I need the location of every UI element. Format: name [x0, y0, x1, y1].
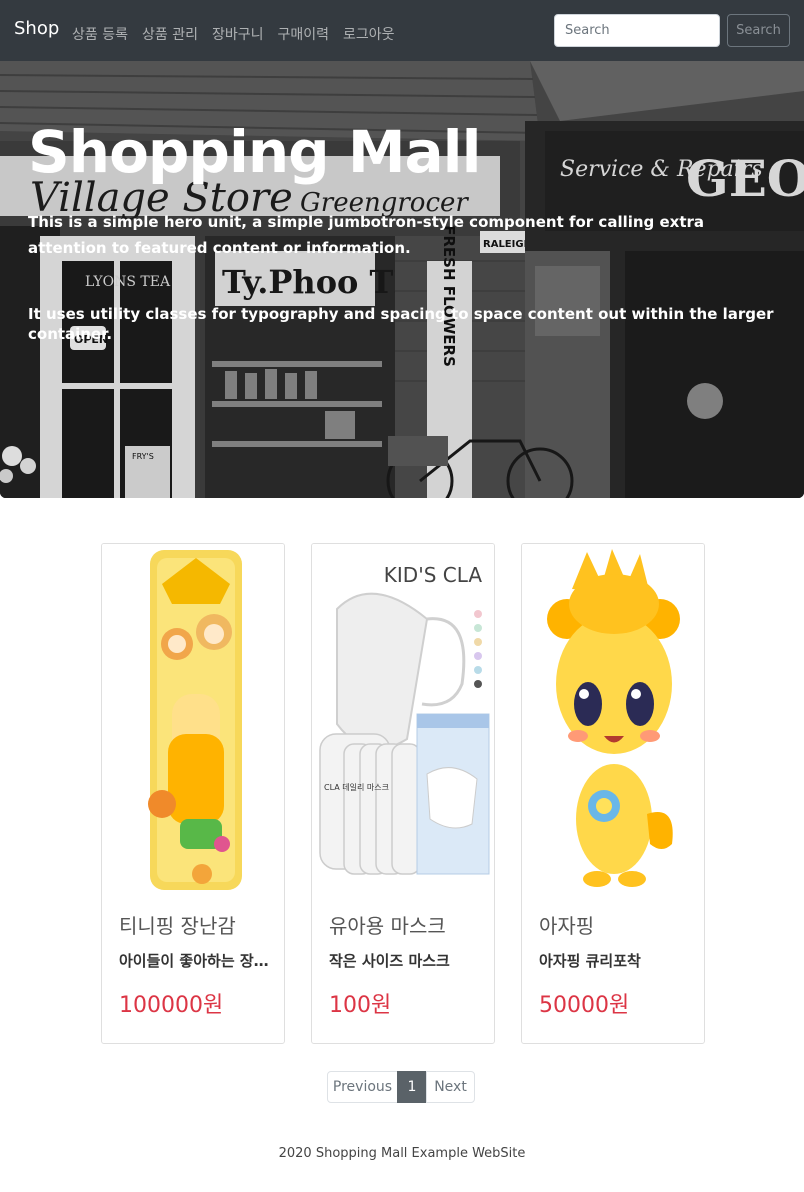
navbar: Shop 상품 등록 상품 관리 장바구니 구매이력 로그아웃 Search [0, 0, 804, 61]
nav-links: 상품 등록 상품 관리 장바구니 구매이력 로그아웃 [72, 24, 395, 44]
nav-link-cart[interactable]: 장바구니 [212, 24, 264, 44]
product-name: 아자핑 [539, 914, 595, 938]
product-card[interactable]: 아자핑 아자핑 큐리포착 50000원 [521, 543, 705, 1044]
hero-lead-text: This is a simple hero unit, a simple jum… [28, 213, 705, 257]
mask-brand-text: KID'S CLA [384, 563, 483, 587]
nav-link-manage[interactable]: 상품 관리 [142, 24, 198, 44]
pagination-page-1[interactable]: 1 [397, 1071, 427, 1103]
brand-link[interactable]: Shop [14, 18, 59, 39]
hero-title: Shopping Mall [28, 118, 481, 186]
hero-sub-text: It uses utility classes for typography a… [28, 305, 774, 343]
pagination-previous[interactable]: Previous [327, 1071, 398, 1103]
hero-jumbotron: Village Store Greengrocer LYONS TEA OPEN… [0, 61, 804, 498]
pagination-next[interactable]: Next [426, 1071, 475, 1103]
product-card[interactable]: 티니핑 장난감 아이들이 좋아하는 장난감 100000원 [101, 543, 285, 1044]
product-price: 100000원 [119, 993, 224, 1018]
product-description: 아이들이 좋아하는 장난감 [119, 952, 269, 970]
product-card[interactable]: KID'S CLA CLA 데일리 마스크 유아용 마스크 작은 사이즈 마스크… [311, 543, 495, 1044]
product-description: 아자핑 큐리포착 [539, 952, 641, 970]
mask-product-text: CLA 데일리 마스크 [324, 783, 389, 792]
product-name: 티니핑 장난감 [119, 914, 236, 938]
product-description: 작은 사이즈 마스크 [329, 952, 450, 970]
search-input[interactable] [554, 14, 720, 47]
product-price: 50000원 [539, 993, 630, 1018]
product-price: 100원 [329, 993, 392, 1018]
footer-text: 2020 Shopping Mall Example WebSite [278, 1146, 526, 1161]
search-button[interactable]: Search [727, 14, 790, 47]
product-image-tinyping-toy [102, 544, 284, 894]
product-image-kids-mask: KID'S CLA CLA 데일리 마스크 [312, 544, 494, 894]
pagination: Previous 1 Next [327, 1071, 475, 1103]
nav-link-logout[interactable]: 로그아웃 [343, 24, 395, 44]
nav-link-history[interactable]: 구매이력 [278, 24, 330, 44]
product-name: 유아용 마스크 [329, 914, 446, 938]
nav-link-register[interactable]: 상품 등록 [72, 24, 128, 44]
product-image-ajaping [522, 544, 704, 894]
